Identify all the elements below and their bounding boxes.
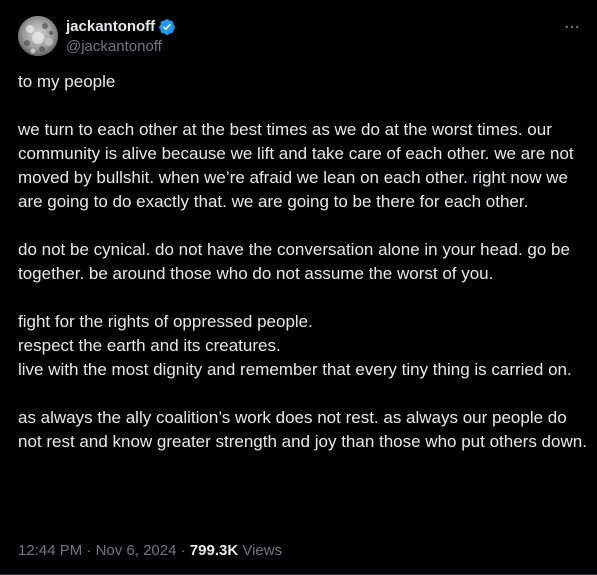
meta-separator: · (180, 542, 186, 559)
user-handle[interactable]: @jackantonoff (66, 37, 176, 57)
tweet-line: as always the ally coalition’s work does… (18, 408, 587, 451)
tweet-line: fight for the rights of oppressed people… (18, 312, 313, 331)
tweet-paragraph: fight for the rights of oppressed people… (18, 310, 588, 382)
more-options-button[interactable] (561, 16, 583, 38)
more-options-icon (565, 25, 579, 29)
avatar-photo (18, 16, 58, 56)
tweet-paragraph: we turn to each other at the best times … (18, 118, 588, 214)
tweet-paragraph: to my people (18, 70, 588, 94)
tweet-line: to my people (18, 72, 116, 91)
tweet-line: we turn to each other at the best times … (18, 120, 574, 211)
avatar[interactable] (18, 16, 58, 56)
tweet-meta: 12:44 PM · Nov 6, 2024 · 799.3K Views (18, 541, 282, 561)
verified-badge-icon[interactable] (158, 18, 176, 36)
views-count: 799.3K (189, 542, 239, 559)
tweet: jackantonoff @jackantonoff to my people (0, 0, 597, 575)
tweet-time[interactable]: 12:44 PM (18, 542, 82, 559)
tweet-line: do not be cynical. do not have the conve… (18, 240, 570, 283)
tweet-line: live with the most dignity and remember … (18, 360, 572, 379)
user-info: jackantonoff @jackantonoff (66, 17, 176, 57)
views-label: Views (242, 542, 283, 559)
tweet-paragraph: as always the ally coalition’s work does… (18, 406, 588, 454)
tweet-header: jackantonoff @jackantonoff (18, 16, 583, 56)
tweet-date[interactable]: Nov 6, 2024 (96, 542, 177, 559)
display-name[interactable]: jackantonoff (66, 17, 155, 37)
tweet-text: to my people we turn to each other at th… (18, 70, 588, 478)
tweet-paragraph: do not be cynical. do not have the conve… (18, 238, 588, 286)
tweet-line: respect the earth and its creatures. (18, 336, 281, 355)
meta-separator: · (86, 542, 92, 559)
